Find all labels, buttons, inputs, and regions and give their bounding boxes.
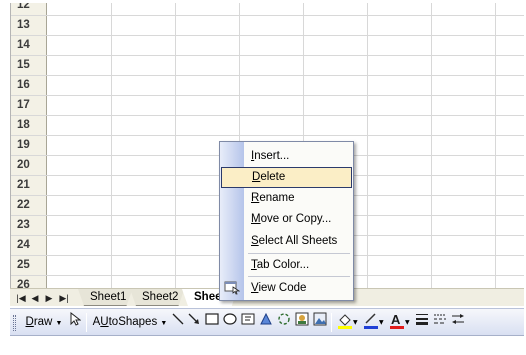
menu-separator [248, 276, 350, 277]
menu-item-mnemonic: M [251, 213, 261, 225]
autoshapes-menu-button[interactable]: AUtoShapes ▼ [90, 312, 170, 333]
row-header[interactable]: 12 [11, 3, 47, 15]
drawing-toolbar: Draw ▼ AUtoShapes ▼ ▼ ▼ A ▼ [10, 308, 524, 336]
view-code-icon [224, 279, 241, 295]
dash-style-icon[interactable] [432, 312, 448, 333]
menu-item-label: nsert... [254, 150, 290, 162]
menu-item-label: ove or Copy... [260, 213, 332, 225]
dropdown-arrow-icon: ▼ [55, 320, 63, 327]
menu-item-label: ab Color... [256, 259, 310, 271]
row-header[interactable]: 20 [11, 156, 47, 175]
draw-label: raw [33, 316, 53, 328]
row-header[interactable]: 17 [11, 96, 47, 115]
column-gridline [111, 3, 112, 288]
draw-mnemonic: D [25, 316, 34, 328]
grid-row[interactable]: 13 [11, 16, 524, 36]
diagram-icon[interactable] [276, 312, 292, 333]
column-gridline [367, 3, 368, 288]
line-style-icon[interactable] [414, 312, 430, 333]
toolbar-separator [331, 313, 332, 332]
menu-item-label: ename [259, 192, 295, 204]
menu-item-select-all-sheets[interactable]: Select All Sheets [244, 231, 352, 252]
svg-text:▼: ▼ [353, 319, 358, 326]
row-header[interactable]: 25 [11, 256, 47, 275]
grid-row[interactable]: 12 [11, 3, 524, 16]
next-sheet-button[interactable]: ▶ [42, 291, 56, 305]
row-header[interactable]: 18 [11, 116, 47, 135]
menu-item-label: iew Code [258, 282, 307, 294]
menu-icon-strip [220, 142, 244, 300]
row-header[interactable]: 14 [11, 36, 47, 55]
draw-menu-button[interactable]: Draw ▼ [22, 312, 66, 333]
grid-row[interactable]: 16 [11, 76, 524, 96]
row-header[interactable]: 24 [11, 236, 47, 255]
font-color-button[interactable]: A ▼ [387, 312, 411, 333]
svg-text:A: A [391, 312, 401, 327]
last-sheet-button[interactable]: ▶| [57, 291, 71, 305]
arrow-style-icon[interactable] [450, 312, 466, 333]
sheet-tab-context-menu: Insert... Delete Rename Move or Copy... … [219, 141, 354, 301]
menu-item-delete[interactable]: Delete [221, 167, 352, 188]
row-header[interactable]: 26 [11, 276, 47, 288]
tab-sheet2[interactable]: Sheet2 [130, 289, 184, 306]
menu-item-label: elete [260, 171, 286, 183]
column-gridline [495, 3, 496, 288]
previous-sheet-button[interactable]: ◀ [28, 291, 42, 305]
row-header[interactable]: 23 [11, 216, 47, 235]
autoshapes-mnemonic: U [100, 316, 109, 328]
row-header[interactable]: 21 [11, 176, 47, 195]
grid-row[interactable]: 14 [11, 36, 524, 56]
row-header[interactable]: 13 [11, 16, 47, 35]
row-header[interactable]: 16 [11, 76, 47, 95]
rectangle-icon[interactable] [204, 312, 220, 333]
menu-item-rename[interactable]: Rename [244, 188, 352, 209]
clip-art-icon[interactable] [294, 312, 310, 333]
text-box-icon[interactable] [240, 312, 256, 333]
first-sheet-button[interactable]: |◀ [14, 291, 28, 305]
grid-row[interactable]: 15 [11, 56, 524, 76]
select-objects-icon[interactable] [68, 311, 82, 333]
toolbar-separator [86, 313, 87, 332]
row-header[interactable]: 19 [11, 136, 47, 155]
insert-picture-icon[interactable] [312, 312, 328, 333]
autoshapes-label: toShapes [108, 316, 158, 328]
toolbar-grip[interactable] [13, 315, 16, 331]
menu-item-tab-color[interactable]: Tab Color... [244, 255, 352, 276]
menu-item-move-or-copy[interactable]: Move or Copy... [244, 209, 352, 230]
wordart-icon[interactable] [258, 312, 274, 333]
oval-icon[interactable] [222, 312, 238, 333]
line-color-button[interactable]: ▼ [361, 312, 385, 333]
menu-item-label: elect All Sheets [258, 235, 338, 247]
fill-color-button[interactable]: ▼ [335, 312, 359, 333]
line-icon[interactable] [171, 312, 185, 333]
menu-item-insert[interactable]: Insert... [244, 146, 352, 167]
menu-separator [248, 253, 350, 254]
svg-text:▼: ▼ [405, 319, 410, 326]
svg-text:▼: ▼ [379, 319, 384, 326]
grid-row[interactable]: 17 [11, 96, 524, 116]
row-header[interactable]: 15 [11, 56, 47, 75]
column-gridline [175, 3, 176, 288]
menu-item-view-code[interactable]: View Code [244, 278, 352, 299]
dropdown-arrow-icon: ▼ [160, 320, 168, 327]
row-header[interactable]: 22 [11, 196, 47, 215]
tab-sheet1[interactable]: Sheet1 [78, 289, 132, 306]
grid-row[interactable]: 18 [11, 116, 524, 136]
arrow-icon[interactable] [187, 312, 201, 333]
menu-item-mnemonic: S [251, 235, 259, 247]
column-gridline [431, 3, 432, 288]
